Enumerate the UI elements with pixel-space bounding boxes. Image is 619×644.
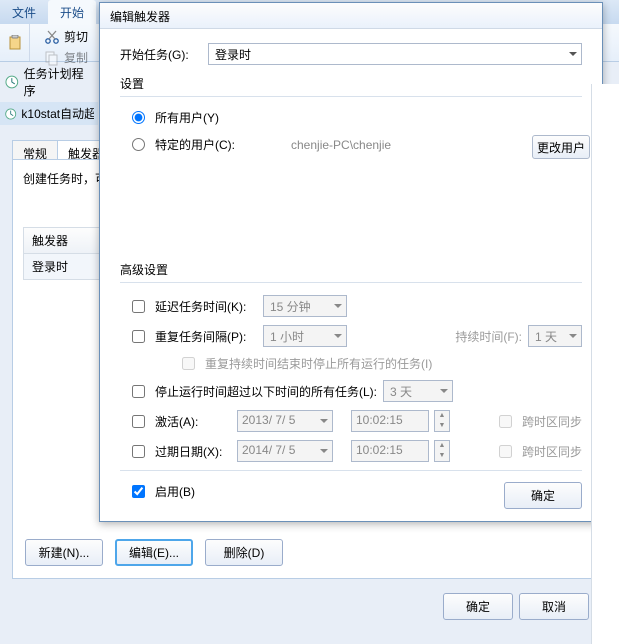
- repeat-stop-checkbox: [182, 357, 195, 370]
- repeat-combo[interactable]: 1 小时: [263, 325, 347, 347]
- ribbon-cut-label: 剪切: [64, 28, 88, 45]
- duration-label: 持续时间(F):: [455, 328, 522, 345]
- main-ok-button[interactable]: 确定: [443, 593, 513, 620]
- tree-item-k10stat[interactable]: k10stat自动超频: [0, 102, 98, 125]
- edit-button[interactable]: 编辑(E)...: [115, 539, 193, 566]
- change-user-button[interactable]: 更改用户: [532, 135, 590, 159]
- expire-label: 过期日期(X):: [155, 443, 231, 460]
- begin-task-label: 开始任务(G):: [120, 46, 200, 63]
- all-users-radio[interactable]: [132, 111, 145, 124]
- activate-label: 激活(A):: [155, 413, 231, 430]
- activate-checkbox[interactable]: [132, 415, 145, 428]
- tree-label: k10stat自动超频: [21, 105, 94, 122]
- tree-item-scheduler[interactable]: 任务计划程序: [0, 62, 98, 102]
- settings-group-label: 设置: [120, 75, 582, 92]
- dialog-ok-button[interactable]: 确定: [504, 482, 582, 509]
- expire-date[interactable]: 2014/ 7/ 5: [237, 440, 333, 462]
- expire-checkbox[interactable]: [132, 445, 145, 458]
- scissors-icon: [44, 29, 60, 45]
- main-cancel-button[interactable]: 取消: [519, 593, 589, 620]
- all-users-label: 所有用户(Y): [155, 109, 219, 126]
- clipboard-icon: [7, 35, 23, 51]
- nav-tree: 任务计划程序 k10stat自动超频: [0, 62, 98, 125]
- delay-checkbox[interactable]: [132, 300, 145, 313]
- specific-user-radio[interactable]: [132, 138, 145, 151]
- expire-time[interactable]: 10:02:15: [351, 440, 429, 462]
- time-spinner[interactable]: ▲▼: [434, 410, 450, 432]
- stop-after-checkbox[interactable]: [132, 385, 145, 398]
- tz-sync-label: 跨时区同步: [522, 443, 582, 460]
- begin-task-combo[interactable]: 登录时: [208, 43, 582, 65]
- new-button[interactable]: 新建(N)...: [25, 539, 103, 566]
- ribbon-tab-home[interactable]: 开始: [48, 0, 96, 24]
- ribbon-cut[interactable]: 剪切: [36, 26, 96, 47]
- divider: [120, 96, 582, 97]
- delay-label: 延迟任务时间(K):: [155, 298, 257, 315]
- time-spinner[interactable]: ▲▼: [434, 440, 450, 462]
- right-sidebar: [591, 84, 619, 644]
- enabled-checkbox[interactable]: [132, 485, 145, 498]
- edit-trigger-dialog: 编辑触发器 开始任务(G): 登录时 设置 所有用户(Y) 特定的用户(C): …: [99, 2, 603, 522]
- divider: [120, 470, 582, 471]
- tz-sync-label: 跨时区同步: [522, 413, 582, 430]
- user-value: chenjie-PC\chenjie: [291, 138, 391, 152]
- duration-combo[interactable]: 1 天: [528, 325, 582, 347]
- delay-combo[interactable]: 15 分钟: [263, 295, 347, 317]
- divider: [120, 282, 582, 283]
- clock-icon: [4, 106, 17, 122]
- advanced-group-label: 高级设置: [120, 261, 582, 278]
- ribbon-tab-file[interactable]: 文件: [0, 0, 48, 24]
- stop-after-combo[interactable]: 3 天: [383, 380, 453, 402]
- tree-label: 任务计划程序: [24, 65, 94, 99]
- activate-date[interactable]: 2013/ 7/ 5: [237, 410, 333, 432]
- clock-icon: [4, 74, 20, 90]
- repeat-checkbox[interactable]: [132, 330, 145, 343]
- activate-time[interactable]: 10:02:15: [351, 410, 429, 432]
- tz-sync-1-checkbox: [499, 415, 512, 428]
- repeat-stop-label: 重复持续时间结束时停止所有运行的任务(I): [205, 355, 432, 372]
- repeat-label: 重复任务间隔(P):: [155, 328, 257, 345]
- tz-sync-2-checkbox: [499, 445, 512, 458]
- stop-after-label: 停止运行时间超过以下时间的所有任务(L):: [155, 383, 377, 400]
- specific-user-label: 特定的用户(C):: [155, 136, 235, 153]
- begin-task-value: 登录时: [215, 48, 251, 62]
- delete-button[interactable]: 删除(D): [205, 539, 283, 566]
- enabled-label: 启用(B): [155, 483, 195, 500]
- dialog-title: 编辑触发器: [100, 3, 602, 29]
